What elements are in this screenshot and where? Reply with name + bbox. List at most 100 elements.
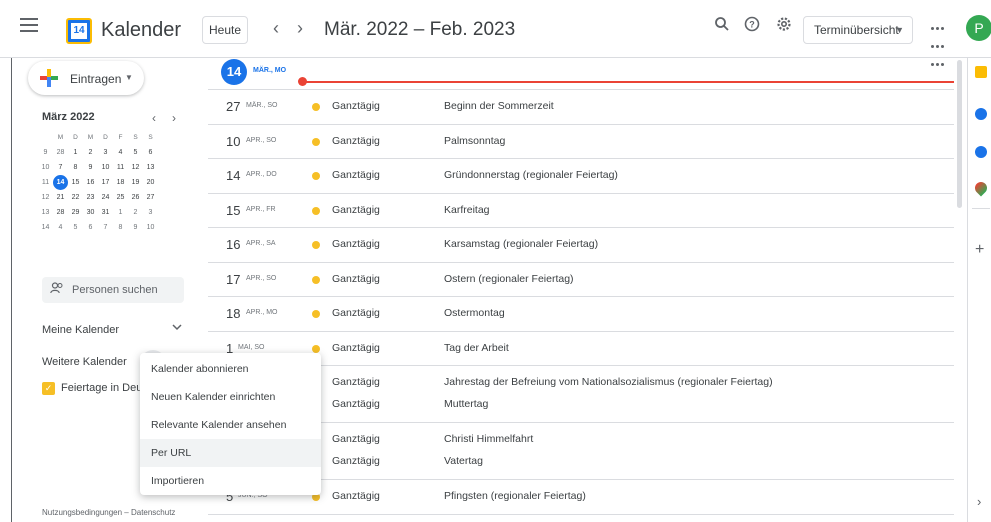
today-date-badge[interactable]: 14: [221, 59, 247, 85]
mini-day[interactable]: 7: [53, 160, 68, 175]
event-item[interactable]: Ganztägig Ostermontag: [208, 306, 954, 323]
mini-day[interactable]: 2: [83, 145, 98, 160]
today-button[interactable]: Heute: [202, 16, 248, 44]
mini-day[interactable]: 2: [128, 205, 143, 220]
mini-day[interactable]: 8: [68, 160, 83, 175]
event-time: Ganztägig: [332, 455, 380, 467]
mini-day[interactable]: 23: [83, 190, 98, 205]
main-menu-icon[interactable]: [20, 18, 38, 32]
mini-day[interactable]: 1: [113, 205, 128, 220]
mini-day[interactable]: 3: [98, 145, 113, 160]
mini-day[interactable]: 13: [143, 160, 158, 175]
keep-icon[interactable]: [975, 66, 987, 78]
tasks-icon[interactable]: [975, 108, 987, 120]
event-item[interactable]: Ganztägig Ostern (regionaler Feiertag): [208, 272, 954, 289]
mini-day[interactable]: 11: [113, 160, 128, 175]
top-bar: 14 Kalender Heute ‹ › Mär. 2022 – Feb. 2…: [0, 0, 991, 66]
event-title: Gründonnerstag (regionaler Feiertag): [444, 169, 618, 181]
help-icon[interactable]: ?: [740, 16, 764, 40]
event-time: Ganztägig: [332, 398, 380, 410]
event-item[interactable]: Ganztägig Karfreitag: [208, 203, 954, 220]
mini-day[interactable]: 9: [83, 160, 98, 175]
people-search-input[interactable]: Personen suchen: [42, 277, 184, 303]
mini-day[interactable]: 18: [113, 175, 128, 190]
mini-day[interactable]: 4: [53, 220, 68, 235]
event-item[interactable]: Ganztägig Gründonnerstag (regionaler Feie…: [208, 168, 954, 185]
mini-day[interactable]: 20: [143, 175, 158, 190]
mini-prev-icon[interactable]: ‹: [152, 111, 156, 125]
mini-day[interactable]: 28: [53, 205, 68, 220]
mini-next-icon[interactable]: ›: [172, 111, 176, 125]
mini-day[interactable]: 19: [128, 175, 143, 190]
add-addon-icon[interactable]: +: [975, 241, 984, 259]
my-calendars-heading[interactable]: Meine Kalender: [42, 324, 119, 336]
mini-day[interactable]: 5: [128, 145, 143, 160]
mini-day[interactable]: 28: [53, 145, 68, 160]
menu-item[interactable]: Per URL: [140, 439, 321, 467]
side-panel: + ›: [967, 58, 991, 522]
holiday-calendar-label[interactable]: Feiertage in Deutschland: [61, 382, 141, 394]
people-search-placeholder: Personen suchen: [72, 284, 158, 296]
avatar[interactable]: P: [966, 15, 991, 41]
mini-day[interactable]: 15: [68, 175, 83, 190]
week-number: 12: [41, 194, 50, 201]
prev-period-icon[interactable]: ‹: [266, 18, 286, 39]
mini-day[interactable]: 8: [113, 220, 128, 235]
chevron-down-icon[interactable]: [172, 323, 182, 334]
mini-day[interactable]: 10: [143, 220, 158, 235]
settings-icon[interactable]: [772, 16, 796, 40]
event-color-dot: [312, 275, 320, 284]
mini-day[interactable]: 9: [128, 220, 143, 235]
event-title: Karfreitag: [444, 203, 490, 216]
mini-day[interactable]: 3: [143, 205, 158, 220]
mini-day[interactable]: 6: [143, 145, 158, 160]
event-color-dot: [312, 172, 320, 180]
view-select[interactable]: Terminübersicht ▼: [803, 16, 913, 44]
mini-day[interactable]: 6: [83, 220, 98, 235]
week-number: 11: [41, 179, 50, 186]
menu-item[interactable]: Importieren: [140, 467, 321, 495]
event-item[interactable]: Ganztägig Karsamstag (regionaler Feiertag…: [208, 237, 954, 254]
menu-item[interactable]: Kalender abonnieren: [140, 355, 321, 383]
mini-day[interactable]: 31: [98, 205, 113, 220]
mini-day[interactable]: 29: [68, 205, 83, 220]
mini-day[interactable]: 4: [113, 145, 128, 160]
mini-day[interactable]: 14: [53, 175, 68, 190]
scrollbar[interactable]: [955, 58, 965, 522]
date-range-title: Mär. 2022 – Feb. 2023: [324, 19, 516, 40]
mini-day[interactable]: 26: [128, 190, 143, 205]
apps-icon[interactable]: [930, 18, 946, 66]
event-time: Ganztägig: [332, 272, 380, 285]
mini-day[interactable]: 17: [98, 175, 113, 190]
mini-day[interactable]: 27: [143, 190, 158, 205]
mini-day[interactable]: 21: [53, 190, 68, 205]
expand-panel-icon[interactable]: ›: [977, 494, 981, 509]
event-title: Muttertag: [444, 398, 489, 410]
menu-item[interactable]: Relevante Kalender ansehen: [140, 411, 321, 439]
mini-day[interactable]: 5: [68, 220, 83, 235]
next-period-icon[interactable]: ›: [290, 18, 310, 39]
contacts-icon[interactable]: [975, 146, 987, 158]
mini-day[interactable]: 24: [98, 190, 113, 205]
footer-links[interactable]: Nutzungsbedingungen – Datenschutz: [42, 508, 175, 517]
scrollbar-thumb[interactable]: [957, 60, 962, 208]
mini-day[interactable]: 16: [83, 175, 98, 190]
mini-day[interactable]: 22: [68, 190, 83, 205]
other-calendars-heading: Weitere Kalender: [42, 356, 127, 368]
mini-day[interactable]: 12: [128, 160, 143, 175]
event-time: Ganztägig: [332, 490, 380, 502]
event-item[interactable]: Ganztägig Beginn der Sommerzeit: [208, 99, 954, 116]
holiday-calendar-checkbox[interactable]: ✓: [42, 382, 55, 395]
maps-icon[interactable]: [972, 179, 990, 197]
mini-day[interactable]: 1: [68, 145, 83, 160]
svg-text:?: ?: [749, 20, 755, 30]
menu-item[interactable]: Neuen Kalender einrichten: [140, 383, 321, 411]
mini-day[interactable]: 30: [83, 205, 98, 220]
event-item[interactable]: Ganztägig Palmsonntag: [208, 134, 954, 151]
search-icon[interactable]: [710, 16, 734, 40]
mini-day[interactable]: 10: [98, 160, 113, 175]
event-time: Ganztägig: [332, 307, 380, 319]
create-button[interactable]: Eintragen ▼: [28, 61, 144, 95]
mini-day[interactable]: 7: [98, 220, 113, 235]
mini-day[interactable]: 25: [113, 190, 128, 205]
